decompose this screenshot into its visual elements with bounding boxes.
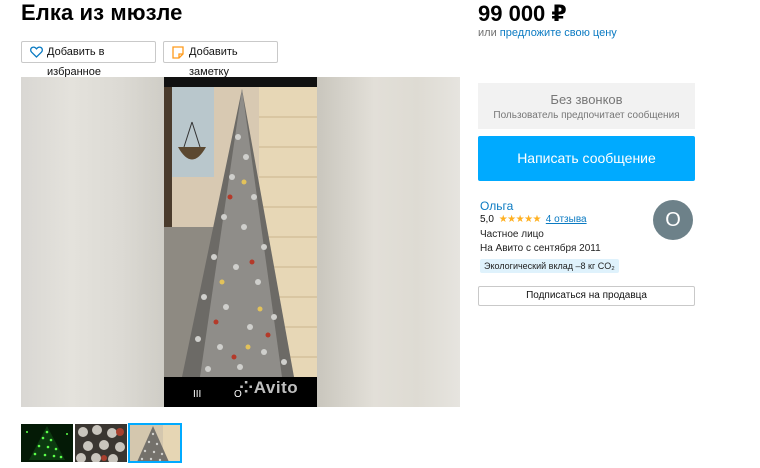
- add-note-button[interactable]: Добавить заметку: [163, 41, 278, 78]
- seller-avatar[interactable]: О: [653, 200, 693, 240]
- blurred-background-right: [317, 77, 460, 407]
- note-label: Добавить заметку: [189, 46, 238, 78]
- thumbnail-3[interactable]: [128, 423, 182, 463]
- price-or-text: или: [478, 27, 497, 39]
- note-icon: [172, 46, 184, 59]
- eco-contribution-badge[interactable]: Экологический вклад –8 кг CO₂: [480, 259, 619, 273]
- offer-price-link[interactable]: предложите свою цену: [500, 27, 617, 39]
- write-message-button[interactable]: Написать сообщение: [478, 136, 695, 181]
- reviews-link[interactable]: 4 отзыва: [546, 214, 587, 225]
- recent-apps-icon: III: [193, 389, 202, 400]
- rating-value: 5,0: [480, 214, 494, 225]
- seller-rating: 5,0 ★★★★★ 4 отзыва: [480, 214, 587, 225]
- listing-price: 99 000 ₽: [478, 1, 567, 26]
- main-photo[interactable]: [164, 77, 317, 407]
- thumbnail-2[interactable]: [75, 424, 127, 462]
- heart-icon: [30, 46, 43, 58]
- seller-type: Частное лицо: [480, 229, 544, 240]
- seller-since: На Авито с сентября 2011: [480, 243, 601, 254]
- seller-name-link[interactable]: Ольга: [480, 199, 513, 213]
- avito-dots-icon: ⁘: [239, 378, 254, 397]
- add-to-favorites-button[interactable]: Добавить в избранное: [21, 41, 156, 78]
- muselet-caps-thumb-icon: [75, 424, 127, 462]
- muselet-tree-thumb-icon: [129, 424, 181, 462]
- thumbnail-1[interactable]: [21, 424, 73, 462]
- listing-title: Елка из мюзле: [21, 0, 183, 25]
- no-calls-notice: Без звонков Пользователь предпочитает со…: [478, 83, 695, 129]
- price-offer-line: или предложите свою цену: [478, 27, 617, 39]
- green-lights-tree-thumb-icon: [21, 424, 73, 462]
- subscribe-to-seller-button[interactable]: Подписаться на продавца: [478, 286, 695, 306]
- avito-watermark: ⁘Avito: [239, 378, 299, 397]
- favorite-label: Добавить в избранное: [47, 46, 105, 78]
- photo-gallery[interactable]: III O ⁘Avito: [21, 77, 460, 407]
- no-calls-title: Без звонков: [550, 92, 623, 107]
- no-calls-subtitle: Пользователь предпочитает сообщения: [493, 110, 680, 121]
- blurred-background-left: [21, 77, 164, 407]
- rating-stars-icon: ★★★★★: [498, 214, 542, 225]
